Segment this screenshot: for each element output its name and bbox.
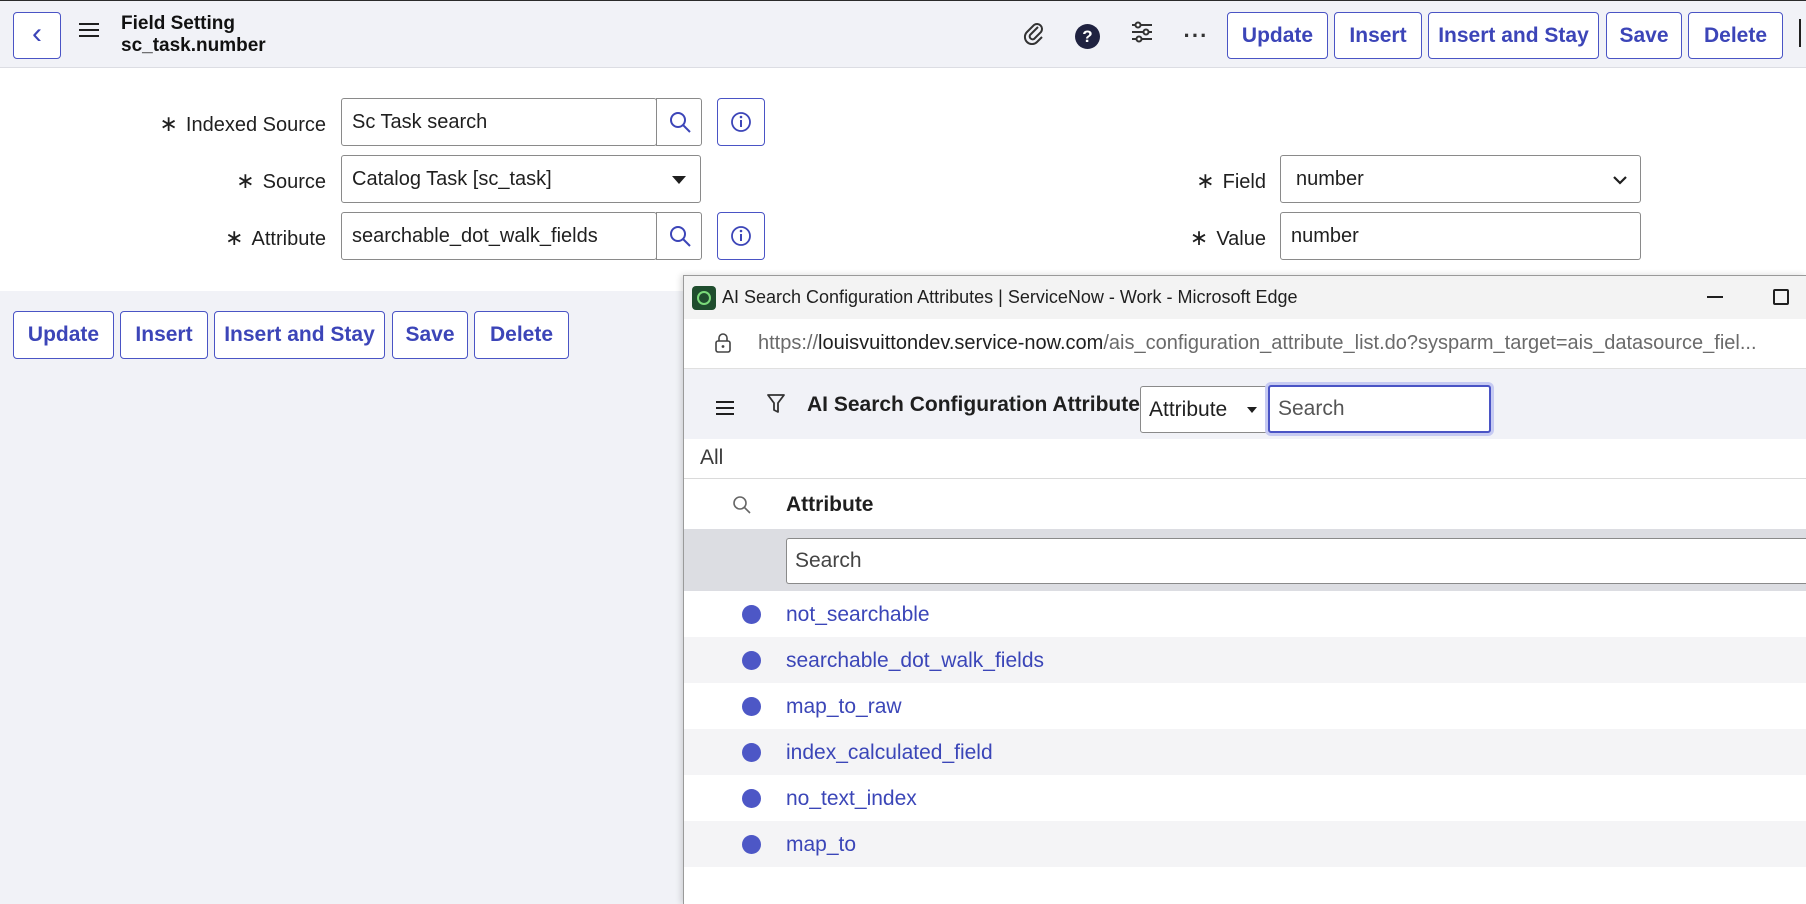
attribute-lookup-button[interactable] bbox=[656, 212, 702, 260]
scroll-edge bbox=[1799, 19, 1801, 47]
breadcrumb[interactable]: All bbox=[700, 446, 723, 470]
search-icon bbox=[670, 112, 691, 133]
footer-delete-button[interactable]: Delete bbox=[474, 311, 569, 359]
record-dot-icon[interactable] bbox=[742, 697, 761, 716]
list-item[interactable]: map_to bbox=[684, 821, 1806, 867]
attribute-label: ∗ Attribute bbox=[225, 225, 326, 250]
attribute-input[interactable]: searchable_dot_walk_fields bbox=[341, 212, 657, 260]
chevron-down-icon bbox=[672, 176, 686, 184]
list-item-link[interactable]: index_calculated_field bbox=[786, 741, 993, 765]
column-search-row: Search bbox=[684, 529, 1806, 591]
list-item[interactable]: not_searchable bbox=[684, 591, 1806, 637]
menu-icon[interactable] bbox=[79, 23, 99, 41]
more-icon[interactable]: ··· bbox=[1181, 21, 1211, 51]
attribute-info-button[interactable] bbox=[717, 212, 765, 260]
header-delete-button[interactable]: Delete bbox=[1688, 12, 1783, 59]
window-titlebar[interactable]: AI Search Configuration Attributes | Ser… bbox=[684, 276, 1806, 319]
record-dot-icon[interactable] bbox=[742, 835, 761, 854]
footer-insert-and-stay-button[interactable]: Insert and Stay bbox=[214, 311, 385, 359]
field-label: ∗ Field bbox=[1196, 168, 1266, 193]
search-icon[interactable] bbox=[732, 495, 752, 515]
maximize-icon[interactable] bbox=[1773, 289, 1789, 305]
record-dot-icon[interactable] bbox=[742, 789, 761, 808]
list-item-link[interactable]: searchable_dot_walk_fields bbox=[786, 649, 1044, 673]
header-update-button[interactable]: Update bbox=[1227, 12, 1328, 59]
settings-icon[interactable] bbox=[1127, 21, 1157, 51]
indexed-source-input[interactable]: Sc Task search bbox=[341, 98, 657, 146]
address-bar[interactable]: https://louisvuittondev.service-now.com/… bbox=[684, 319, 1806, 369]
list-item[interactable]: searchable_dot_walk_fields bbox=[684, 637, 1806, 683]
indexed-source-lookup-button[interactable] bbox=[656, 98, 702, 146]
lookup-popup-window[interactable]: AI Search Configuration Attributes | Ser… bbox=[683, 275, 1806, 904]
field-select[interactable]: number bbox=[1280, 155, 1641, 203]
help-icon[interactable]: ? bbox=[1075, 24, 1100, 49]
form-header: ‹ Field Setting sc_task.number ? ··· Upd… bbox=[0, 0, 1806, 68]
filter-icon[interactable] bbox=[766, 393, 786, 415]
search-field-select[interactable]: Attribute bbox=[1140, 386, 1268, 433]
footer-insert-button[interactable]: Insert bbox=[120, 311, 208, 359]
list-item[interactable]: index_calculated_field bbox=[684, 729, 1806, 775]
header-insert-button[interactable]: Insert bbox=[1334, 12, 1422, 59]
value-label: ∗ Value bbox=[1189, 225, 1266, 250]
chevron-down-icon bbox=[1247, 407, 1257, 413]
info-icon bbox=[731, 112, 751, 132]
url-text[interactable]: https://louisvuittondev.service-now.com/… bbox=[758, 332, 1757, 355]
list-item-link[interactable]: map_to bbox=[786, 833, 856, 857]
servicenow-logo-icon bbox=[692, 286, 716, 310]
list-item-link[interactable]: map_to_raw bbox=[786, 695, 902, 719]
field-setting-form: ∗ Indexed Source Sc Task search ∗ Source C… bbox=[0, 69, 1806, 291]
footer-save-button[interactable]: Save bbox=[392, 311, 468, 359]
column-header-attribute[interactable]: Attribute bbox=[786, 493, 874, 517]
info-icon bbox=[731, 226, 751, 246]
column-search-input[interactable]: Search bbox=[786, 538, 1806, 584]
list-item[interactable]: map_to_raw bbox=[684, 683, 1806, 729]
list-header: AI Search Configuration Attributes Attri… bbox=[684, 369, 1806, 439]
indexed-source-label: ∗ Indexed Source bbox=[159, 111, 326, 136]
attachment-icon[interactable] bbox=[1019, 21, 1049, 51]
list-title: AI Search Configuration Attributes bbox=[807, 393, 1152, 416]
list-item-link[interactable]: no_text_index bbox=[786, 787, 917, 811]
header-insert-and-stay-button[interactable]: Insert and Stay bbox=[1428, 12, 1599, 59]
minimize-icon[interactable] bbox=[1703, 284, 1727, 308]
lock-icon bbox=[715, 333, 731, 353]
column-header-row: Attribute bbox=[684, 479, 1806, 529]
list-menu-icon[interactable] bbox=[716, 401, 734, 419]
value-input[interactable]: number bbox=[1280, 212, 1641, 260]
list-item-link[interactable]: not_searchable bbox=[786, 603, 930, 627]
search-icon bbox=[670, 226, 691, 247]
back-button[interactable]: ‹ bbox=[13, 12, 61, 59]
chevron-down-icon bbox=[1613, 176, 1627, 185]
record-dot-icon[interactable] bbox=[742, 743, 761, 762]
list-item[interactable]: no_text_index bbox=[684, 775, 1806, 821]
source-select[interactable]: Catalog Task [sc_task] bbox=[341, 155, 701, 203]
header-save-button[interactable]: Save bbox=[1606, 12, 1682, 59]
source-label: ∗ Source bbox=[236, 168, 326, 193]
back-icon: ‹ bbox=[32, 17, 42, 50]
footer-update-button[interactable]: Update bbox=[13, 311, 114, 359]
window-title: AI Search Configuration Attributes | Ser… bbox=[722, 287, 1298, 307]
list-search-input[interactable]: Search bbox=[1268, 385, 1491, 433]
record-dot-icon[interactable] bbox=[742, 651, 761, 670]
page-title: Field Setting sc_task.number bbox=[121, 13, 266, 56]
indexed-source-info-button[interactable] bbox=[717, 98, 765, 146]
record-dot-icon[interactable] bbox=[742, 605, 761, 624]
